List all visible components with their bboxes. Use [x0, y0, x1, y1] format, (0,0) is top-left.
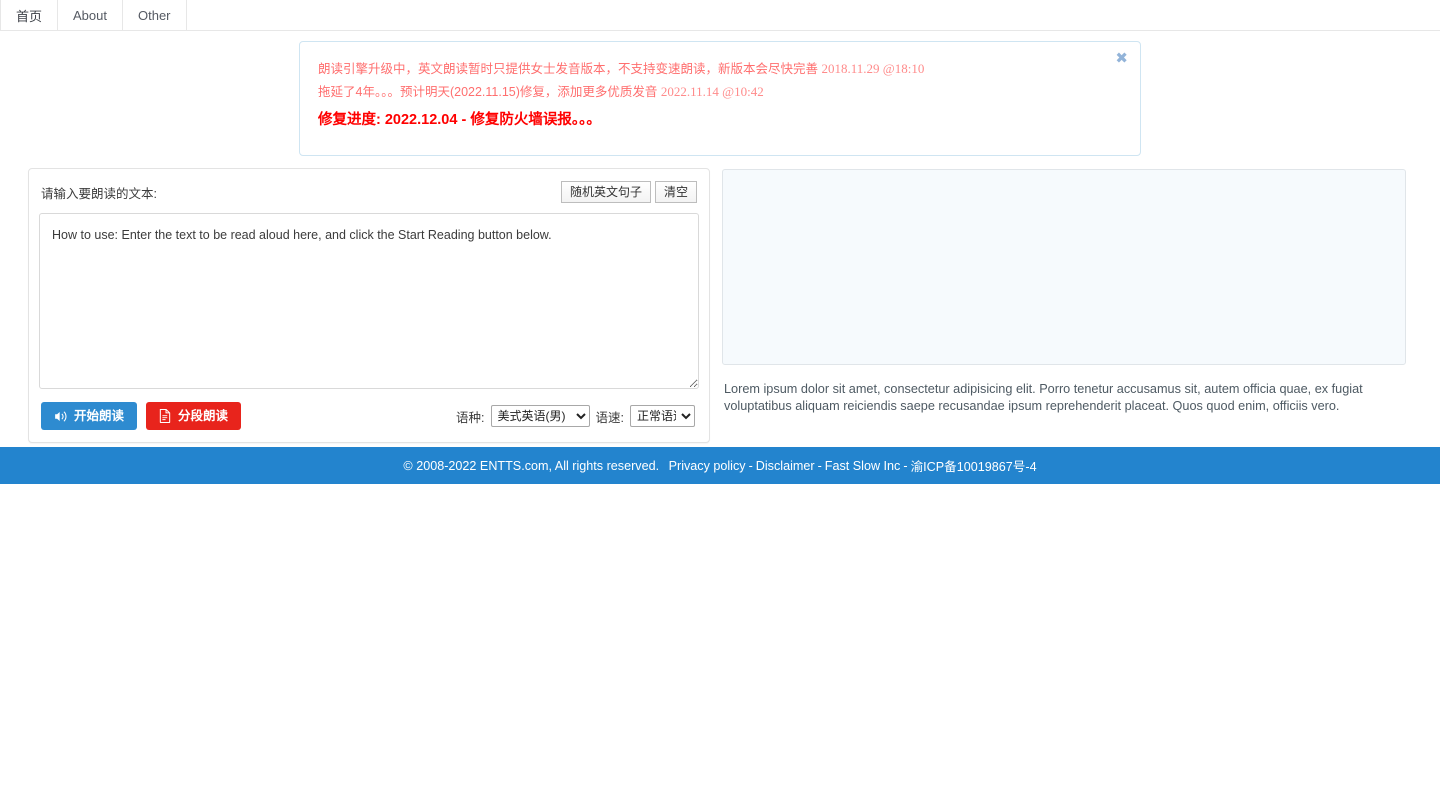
action-button-group: 开始朗读 分段朗读: [41, 402, 242, 430]
alert-line-2: 拖延了4年。。。预计明天(2022.11.15)修复，添加更多优质发音 2022…: [318, 81, 1106, 103]
segment-reading-button[interactable]: 分段朗读: [146, 402, 242, 430]
alert-line-2-text: 拖延了4年。。。预计明天(2022.11.15)修复，添加更多优质发音: [318, 85, 658, 99]
segment-reading-label: 分段朗读: [178, 409, 229, 423]
footer-space: [659, 459, 669, 473]
main-content: 请输入要朗读的文本: 随机英文句子 清空 开始朗读: [0, 156, 1440, 443]
footer-separator-3: -: [903, 458, 908, 473]
text-input-panel: 请输入要朗读的文本: 随机英文句子 清空 开始朗读: [28, 168, 710, 443]
top-navbar: 首页 About Other: [0, 0, 1440, 31]
alert-line-1: 朗读引擎升级中，英文朗读暂时只提供女士发音版本，不支持变速朗读，新版本会尽快完善…: [318, 58, 1106, 80]
random-sentence-button[interactable]: 随机英文句子: [560, 181, 651, 203]
page-footer: © 2008-2022 ENTTS.com, All rights reserv…: [0, 447, 1440, 484]
preview-box: [722, 169, 1406, 365]
speed-label: 语速:: [595, 410, 624, 425]
text-input-label: 请输入要朗读的文本:: [41, 186, 157, 201]
footer-link-disclaimer[interactable]: Disclaimer: [756, 459, 815, 473]
text-input-textarea[interactable]: [39, 213, 699, 389]
nav-item-other[interactable]: Other: [122, 0, 187, 30]
footer-link-icp[interactable]: 渝ICP备10019867号-4: [911, 456, 1037, 475]
preview-caption: Lorem ipsum dolor sit amet, consectetur …: [724, 382, 1363, 413]
preview-column: Lorem ipsum dolor sit amet, consectetur …: [722, 168, 1406, 414]
close-icon[interactable]: ✖: [1115, 51, 1128, 66]
voice-settings: 语种: 美式英语(男) 语速: 正常语速: [456, 405, 695, 427]
clear-button[interactable]: 清空: [654, 181, 697, 203]
alert-line-1-text: 朗读引擎升级中，英文朗读暂时只提供女士发音版本，不支持变速朗读，新版本会尽快完善: [318, 62, 819, 76]
notice-alert: ✖ 朗读引擎升级中，英文朗读暂时只提供女士发音版本，不支持变速朗读，新版本会尽快…: [299, 41, 1141, 156]
alert-line-2-timestamp: 2022.11.14 @10:42: [660, 84, 764, 99]
speed-select[interactable]: 正常语速: [630, 405, 695, 427]
voice-label: 语种:: [456, 410, 485, 425]
footer-separator-1: -: [748, 458, 753, 473]
voice-select[interactable]: 美式英语(男): [490, 405, 590, 427]
alert-line-3: 修复进度: 2022.12.04 - 修复防火墙误报。。。: [318, 112, 601, 128]
footer-link-privacy[interactable]: Privacy policy: [669, 459, 746, 473]
start-reading-label: 开始朗读: [74, 409, 125, 423]
document-file-icon: [159, 409, 171, 423]
volume-speaker-icon: [54, 410, 67, 423]
header-button-group: 随机英文句子 清空: [560, 181, 697, 203]
panel-header: 请输入要朗读的文本: 随机英文句子 清空: [39, 179, 699, 205]
nav-item-other-label: Other: [138, 7, 171, 23]
alert-line-1-timestamp: 2018.11.29 @18:10: [821, 61, 925, 76]
nav-item-home[interactable]: 首页: [0, 0, 59, 30]
nav-item-about-label: About: [73, 7, 107, 23]
footer-copyright: © 2008-2022 ENTTS.com, All rights reserv…: [403, 458, 660, 473]
footer-link-company[interactable]: Fast Slow Inc: [825, 459, 901, 473]
alert-container: ✖ 朗读引擎升级中，英文朗读暂时只提供女士发音版本，不支持变速朗读，新版本会尽快…: [0, 31, 1440, 156]
start-reading-button[interactable]: 开始朗读: [41, 402, 138, 430]
nav-item-home-label: 首页: [16, 8, 43, 24]
footer-separator-2: -: [817, 458, 822, 473]
nav-item-about[interactable]: About: [57, 0, 123, 30]
panel-footer: 开始朗读 分段朗读 语种: 美式英语(男) 语速: 正常语速: [39, 402, 699, 430]
